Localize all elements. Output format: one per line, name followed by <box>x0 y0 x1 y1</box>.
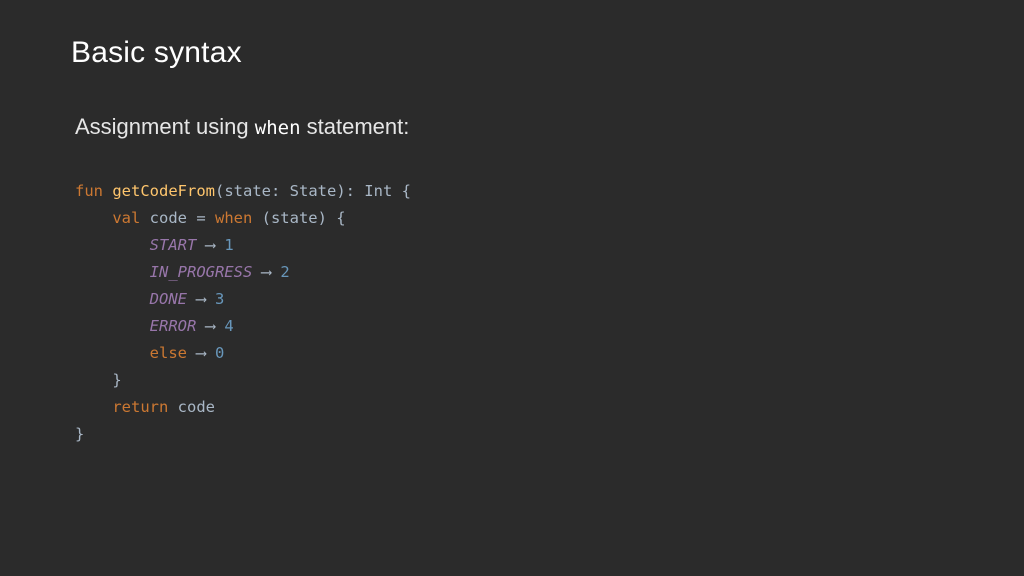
branch-label: ERROR <box>149 317 197 335</box>
branch-label: else <box>149 344 187 362</box>
arrow-icon: ⟶ <box>205 317 216 335</box>
slide-subtitle: Assignment using when statement: <box>75 114 409 140</box>
when-branch-line: ERROR ⟶ 4 <box>75 313 411 340</box>
assignment-text: code = <box>140 209 215 227</box>
keyword-return: return <box>112 398 169 416</box>
when-branch-line: START ⟶ 1 <box>75 232 411 259</box>
branch-value: 4 <box>224 317 234 335</box>
branch-value: 2 <box>280 263 290 281</box>
when-branch-line: else ⟶ 0 <box>75 340 411 367</box>
arrow-icon: ⟶ <box>196 290 206 308</box>
subtitle-text-before: Assignment using <box>75 114 255 139</box>
when-branches: START ⟶ 1 IN_PROGRESS ⟶ 2 DONE ⟶ 3 ERROR… <box>75 232 411 367</box>
subtitle-text-after: statement: <box>300 114 410 139</box>
keyword-when: when <box>214 209 253 227</box>
arrow-icon: ⟶ <box>261 263 271 281</box>
arrow-icon: ⟶ <box>205 236 216 254</box>
branch-label: DONE <box>149 290 187 308</box>
return-value: code <box>168 398 215 416</box>
code-block: fun getCodeFrom(state: State): Int { val… <box>75 178 411 448</box>
branch-label: START <box>149 236 197 254</box>
code-line-val-assignment: val code = when (state) { <box>75 205 411 232</box>
branch-value: 3 <box>215 290 225 308</box>
closing-brace: } <box>75 425 85 443</box>
subtitle-inline-code: when <box>254 117 301 139</box>
code-line-return: return code <box>75 394 411 421</box>
slide-title: Basic syntax <box>71 36 242 69</box>
when-branch-line: DONE ⟶ 3 <box>75 286 411 313</box>
when-subject: (state) { <box>252 209 346 227</box>
arrow-icon: ⟶ <box>196 344 206 362</box>
function-params: (state: State): Int { <box>215 182 411 200</box>
keyword-val: val <box>112 209 141 227</box>
keyword-fun: fun <box>75 182 103 200</box>
branch-label: IN_PROGRESS <box>149 263 253 281</box>
branch-value: 1 <box>224 236 234 254</box>
code-line-close-when: } <box>75 367 411 394</box>
when-branch-line: IN_PROGRESS ⟶ 2 <box>75 259 411 286</box>
code-line-close-function: } <box>75 421 411 448</box>
code-line-function-signature: fun getCodeFrom(state: State): Int { <box>75 178 411 205</box>
function-name: getCodeFrom <box>112 182 215 200</box>
branch-value: 0 <box>215 344 225 362</box>
closing-brace: } <box>112 371 122 389</box>
